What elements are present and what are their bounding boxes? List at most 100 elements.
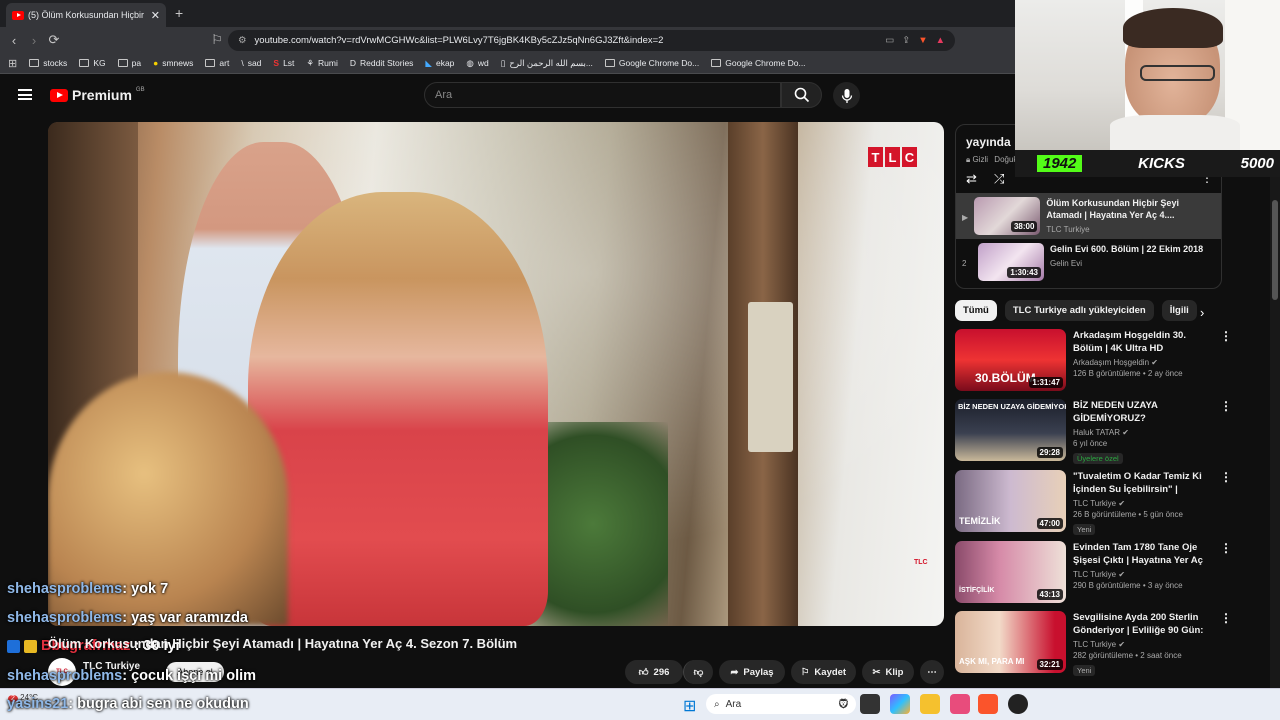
recommendation-item[interactable]: BİZ NEDEN UZAYA GİDEMİYORUZ? 29:28 BİZ N… bbox=[955, 399, 1265, 464]
browser-tab[interactable]: (5) Ölüm Korkusundan Hiçbir ✕ bbox=[6, 3, 166, 27]
video-title: Ölüm Korkusundan Hiçbir Şeyi Atamadı | H… bbox=[48, 636, 518, 651]
more-vertical-icon[interactable]: ⋮ bbox=[1220, 541, 1232, 603]
chip-from-uploader[interactable]: TLC Turkiye adlı yükleyiciden bbox=[1004, 300, 1154, 321]
video-thumbnail[interactable]: AŞK MI, PARA MI 32:21 bbox=[955, 611, 1066, 673]
recommendation-item[interactable]: TEMİZLİK 47:00 "Tuvaletim O Kadar Temiz … bbox=[955, 470, 1265, 535]
chevron-right-icon[interactable]: › bbox=[1200, 305, 1204, 320]
bookmark-icon[interactable]: ⚐ bbox=[207, 32, 227, 48]
search-input[interactable]: Ara bbox=[424, 82, 781, 108]
more-vertical-icon[interactable]: ⋮ bbox=[1220, 470, 1232, 532]
more-actions-button[interactable]: ⋯ bbox=[920, 660, 944, 684]
dislike-button[interactable]: 👎︎ bbox=[683, 660, 713, 684]
clip-button[interactable]: ✂ Klip bbox=[862, 660, 914, 684]
recommendation-item[interactable]: İSTİFÇİLİK 43:13 Evinden Tam 1780 Tane O… bbox=[955, 541, 1265, 603]
new-tab-button[interactable]: + bbox=[175, 5, 183, 21]
video-thumbnail[interactable]: İSTİFÇİLİK 43:13 bbox=[955, 541, 1066, 603]
bookmark-item[interactable]: \ sad bbox=[241, 58, 261, 68]
bookmark-item[interactable]: ◍ wd bbox=[466, 58, 488, 69]
snipping-tool-icon[interactable] bbox=[950, 694, 970, 714]
apps-grid-icon[interactable]: ⊞ bbox=[8, 57, 17, 70]
brave-shields-icon[interactable]: ▼ bbox=[918, 35, 927, 46]
recommendation-channel: Haluk TATAR ✔ bbox=[1073, 428, 1129, 437]
playlist-title[interactable]: yayında bbox=[966, 135, 1011, 149]
rumi-favicon-icon: ⚘ bbox=[306, 57, 315, 68]
tab-close-icon[interactable]: ✕ bbox=[151, 9, 160, 22]
video-thumbnail[interactable]: TEMİZLİK 47:00 bbox=[955, 470, 1066, 532]
verified-icon: ✔ bbox=[1122, 428, 1129, 437]
reload-icon[interactable]: ⟳ bbox=[44, 32, 64, 48]
bookmark-item[interactable]: ▯ بسم الله الرحمن الرح... bbox=[501, 58, 593, 69]
playlist-item[interactable]: ▶ 38:00 Ölüm Korkusundan Hiçbir Şeyi Ata… bbox=[956, 193, 1221, 239]
tlc-watermark: TLC bbox=[868, 147, 917, 167]
folder-icon bbox=[711, 59, 722, 67]
share-button[interactable]: ➦ Paylaş bbox=[719, 660, 785, 684]
video-player[interactable]: TLC TLC bbox=[48, 122, 944, 626]
recommendation-title: "Tuvaletim O Kadar Temiz Ki İçinden Su İ… bbox=[1073, 471, 1202, 495]
bookmark-item[interactable]: ⚘ Rumi bbox=[306, 58, 337, 69]
more-vertical-icon[interactable]: ⋮ bbox=[1220, 399, 1232, 461]
lock-icon: 🔒︎ bbox=[966, 155, 971, 164]
chip-all[interactable]: Tümü bbox=[955, 300, 997, 321]
bookmark-item[interactable]: KG bbox=[79, 58, 106, 68]
bookmark-item[interactable]: art bbox=[205, 58, 229, 68]
taskbar-search[interactable]: ⌕ Ara 🦁︎ bbox=[706, 694, 856, 714]
bookmark-item[interactable]: D Reddit Stories bbox=[350, 58, 414, 68]
scrollbar-thumb[interactable] bbox=[1272, 200, 1278, 300]
folder-icon bbox=[604, 59, 615, 67]
menu-hamburger-icon[interactable] bbox=[18, 89, 32, 100]
chip-related[interactable]: İlgili bbox=[1161, 300, 1197, 321]
share-icon[interactable]: ⇪ bbox=[902, 35, 910, 46]
thumbs-down-icon: 👎︎ bbox=[693, 667, 704, 678]
kicks-goal-bar: 1942 KICKS 5000 bbox=[1015, 150, 1280, 177]
install-icon[interactable]: ▭ bbox=[885, 35, 894, 46]
bookmark-item[interactable]: Google Chrome Do... bbox=[604, 58, 699, 68]
bookmark-item[interactable]: ◣ ekap bbox=[425, 58, 454, 69]
file-explorer-icon[interactable] bbox=[920, 694, 940, 714]
search-highlight-icon: 🦁︎ bbox=[837, 698, 850, 710]
recommendation-channel: TLC Turkiye ✔ bbox=[1073, 499, 1126, 508]
loop-icon[interactable]: ⇄ bbox=[966, 171, 977, 187]
video-thumbnail[interactable]: BİZ NEDEN UZAYA GİDEMİYORUZ? 29:28 bbox=[955, 399, 1066, 461]
more-vertical-icon[interactable]: ⋮ bbox=[1220, 329, 1232, 391]
search-button[interactable] bbox=[781, 82, 822, 108]
filter-chips: Tümü TLC Turkiye adlı yükleyiciden İlgil… bbox=[955, 300, 1197, 321]
copilot-icon[interactable] bbox=[890, 694, 910, 714]
scissors-icon: ✂ bbox=[872, 666, 881, 678]
more-vertical-icon[interactable]: ⋮ bbox=[1220, 611, 1232, 673]
playlist-item-title: Ölüm Korkusundan Hiçbir Şeyi Atamadı | H… bbox=[1046, 198, 1179, 220]
like-button[interactable]: 👍︎ 296 bbox=[625, 660, 683, 684]
back-arrow-icon[interactable]: ‹ bbox=[4, 33, 24, 48]
page-favicon-icon: ▯ bbox=[500, 57, 506, 68]
recommendation-item[interactable]: AŞK MI, PARA MI 32:21 Sevgilisine Ayda 2… bbox=[955, 611, 1265, 676]
video-thumbnail[interactable]: 30.BÖLÜM 1:31:47 bbox=[955, 329, 1066, 391]
save-button[interactable]: ⚐ Kaydet bbox=[791, 660, 856, 684]
bookmark-item[interactable]: Google Chrome Do... bbox=[711, 58, 806, 68]
bookmark-item[interactable]: S Lst bbox=[273, 58, 294, 68]
bookmark-item[interactable]: pa bbox=[117, 58, 141, 68]
windows-start-icon[interactable]: ⊞ bbox=[683, 696, 696, 716]
brave-rewards-icon[interactable]: ▲ bbox=[936, 35, 945, 46]
forward-arrow-icon[interactable]: › bbox=[24, 33, 44, 48]
bookmark-item[interactable]: ● smnews bbox=[153, 58, 193, 68]
voice-search-button[interactable] bbox=[833, 82, 860, 109]
new-badge: Yeni bbox=[1073, 524, 1096, 535]
folder-icon bbox=[117, 59, 128, 67]
playlist-item[interactable]: 2 1:30:43 Gelin Evi 600. Bölüm | 22 Ekim… bbox=[956, 239, 1221, 285]
door-hinge bbox=[748, 302, 793, 452]
address-bar[interactable]: ⚙ youtube.com/watch?v=rdVrwMCGHWc&list=P… bbox=[228, 30, 955, 51]
reddit-favicon-icon: D bbox=[349, 58, 357, 68]
recommendation-item[interactable]: 30.BÖLÜM 1:31:47 Arkadaşım Hoşgeldin 30.… bbox=[955, 329, 1265, 391]
obs-icon[interactable] bbox=[1008, 694, 1028, 714]
playlist-thumbnail: 1:30:43 bbox=[978, 243, 1044, 281]
shuffle-icon[interactable]: ⤮ bbox=[994, 171, 1004, 187]
verified-icon: ✔ bbox=[1151, 358, 1158, 367]
folder-icon bbox=[79, 59, 90, 67]
kicks-count: 1942 bbox=[1037, 155, 1083, 172]
site-info-icon[interactable]: ⚙ bbox=[238, 35, 247, 46]
task-view-icon[interactable] bbox=[860, 694, 880, 714]
youtube-premium-logo[interactable]: Premium GB bbox=[50, 87, 145, 103]
bookmark-item[interactable]: stocks bbox=[29, 58, 67, 68]
streamer-hair bbox=[1123, 8, 1223, 48]
recommendation-channel: Arkadaşım Hoşgeldin ✔ bbox=[1073, 358, 1158, 367]
brave-browser-icon[interactable] bbox=[978, 694, 998, 714]
